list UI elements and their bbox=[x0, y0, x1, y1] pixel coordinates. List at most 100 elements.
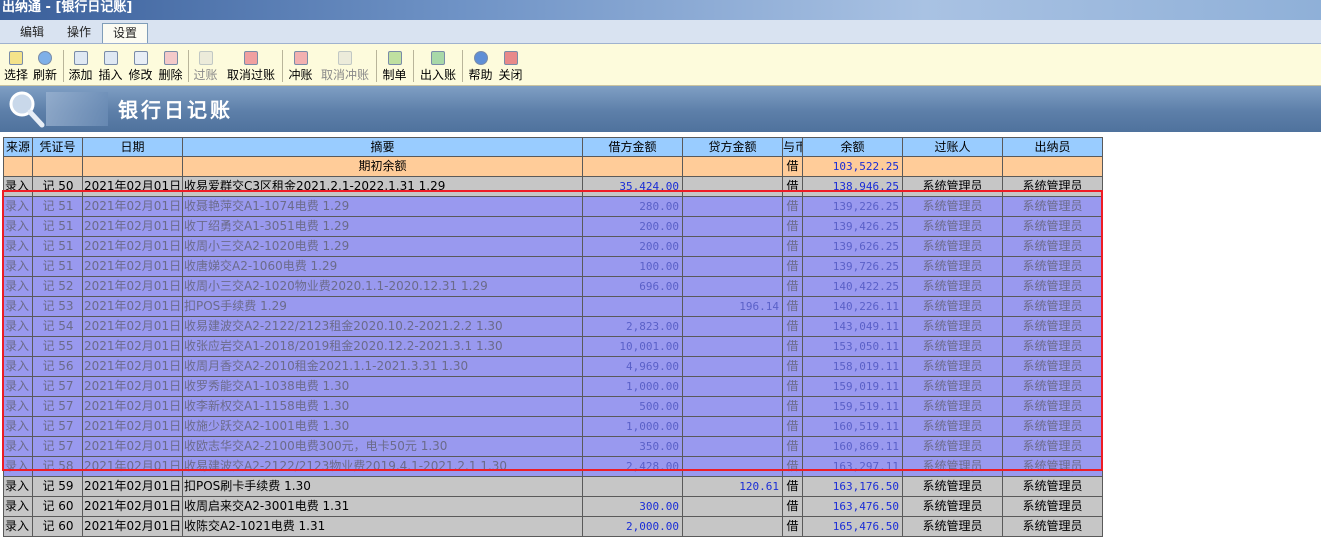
table-row[interactable]: 录入记 57 2021年02月01日 收施少跃交A2-1001电费 1.30 1,00… bbox=[3, 417, 1103, 437]
cell-credit bbox=[683, 197, 783, 217]
col-debit[interactable]: 借方金额 bbox=[583, 137, 683, 157]
table-row[interactable]: 录入记 60 2021年02月01日 收周启来交A2-3001电费 1.31 300.… bbox=[3, 497, 1103, 517]
insert-button[interactable]: 插入 bbox=[97, 49, 124, 85]
col-poster[interactable]: 过账人 bbox=[903, 137, 1003, 157]
help-button[interactable]: 帮助 bbox=[467, 49, 494, 85]
table-row[interactable]: 录入记 56 2021年02月01日 收周月香交A2-2010租金2021.1.1-… bbox=[3, 357, 1103, 377]
cell-summary: 收聂艳萍交A1-1074电费 1.29 bbox=[183, 197, 583, 217]
insert-row-icon bbox=[103, 51, 118, 65]
cell-cashier: 系统管理员 bbox=[1003, 517, 1103, 537]
select-button[interactable]: 选择 bbox=[3, 49, 29, 85]
make-voucher-button[interactable]: 制单 bbox=[381, 49, 408, 85]
offset-button[interactable]: 冲账 bbox=[287, 49, 314, 85]
delete-label: 删除 bbox=[158, 68, 183, 82]
cell-date: 2021年02月01日 bbox=[83, 237, 183, 257]
refresh-button[interactable]: 刷新 bbox=[31, 49, 59, 85]
unpost-label: 取消过账 bbox=[226, 68, 275, 82]
opening-balance-row[interactable]: 期初余额 借 103,522.25 bbox=[3, 157, 1103, 177]
cell-cashier: 系统管理员 bbox=[1003, 297, 1103, 317]
col-balance[interactable]: 余额 bbox=[803, 137, 903, 157]
table-row[interactable]: 录入记 55 2021年02月01日 收张应岩交A1-2018/2019租金2020… bbox=[3, 337, 1103, 357]
cell-date: 2021年02月01日 bbox=[83, 257, 183, 277]
delete-icon bbox=[163, 51, 178, 65]
cell-voucher: 记 53 bbox=[33, 297, 83, 317]
insert-label: 插入 bbox=[98, 68, 123, 82]
menu-tab-edit[interactable]: 编辑 bbox=[20, 23, 44, 43]
cell-cashier bbox=[1003, 157, 1103, 177]
table-row[interactable]: 录入记 60 2021年02月01日 收陈交A2-1021电费 1.31 2,000.… bbox=[3, 517, 1103, 537]
cell-cashier: 系统管理员 bbox=[1003, 317, 1103, 337]
cell-summary: 收施少跃交A2-1001电费 1.30 bbox=[183, 417, 583, 437]
cell-balance: 139,726.25 bbox=[803, 257, 903, 277]
table-row[interactable]: 录入记 57 2021年02月01日 收欧志华交A2-2100电费300元，电卡50… bbox=[3, 437, 1103, 457]
col-source[interactable]: 来源 bbox=[3, 137, 33, 157]
cell-poster: 系统管理员 bbox=[903, 217, 1003, 237]
table-row[interactable]: 录入记 51 2021年02月01日 收聂艳萍交A1-1074电费 1.29 280.… bbox=[3, 197, 1103, 217]
table-row[interactable]: 录入记 59 2021年02月01日 扣POS刷卡手续费 1.30 120.61 借 16… bbox=[3, 477, 1103, 497]
cell-source: 录入 bbox=[3, 257, 33, 277]
table-row[interactable]: 录入记 57 2021年02月01日 收李新权交A1-1158电费 1.30 500.… bbox=[3, 397, 1103, 417]
cell-cashier: 系统管理员 bbox=[1003, 357, 1103, 377]
cell-voucher: 记 51 bbox=[33, 217, 83, 237]
col-date[interactable]: 日期 bbox=[83, 137, 183, 157]
cell-direction: 借 bbox=[783, 337, 803, 357]
unpost-button[interactable]: 取消过账 bbox=[225, 49, 277, 85]
cell-source: 录入 bbox=[3, 497, 33, 517]
cell-debit: 350.00 bbox=[583, 437, 683, 457]
table-row[interactable]: 录入记 51 2021年02月01日 收丁绍勇交A1-3051电费 1.29 200.… bbox=[3, 217, 1103, 237]
post-label: 过账 bbox=[193, 68, 218, 82]
cell-balance: 160,519.11 bbox=[803, 417, 903, 437]
unoffset-button[interactable]: 取消冲账 bbox=[319, 49, 371, 85]
cell-debit: 10,001.00 bbox=[583, 337, 683, 357]
cell-credit bbox=[683, 377, 783, 397]
table-row[interactable]: 录入记 52 2021年02月01日 收周小三交A2-1020物业费2020.1.1… bbox=[3, 277, 1103, 297]
cell-direction: 借 bbox=[783, 437, 803, 457]
cell-source: 录入 bbox=[3, 457, 33, 477]
cell-debit: 200.00 bbox=[583, 217, 683, 237]
cell-voucher: 记 50 bbox=[33, 177, 83, 197]
unpost-icon bbox=[244, 51, 258, 65]
select-label: 选择 bbox=[3, 68, 28, 82]
cell-direction: 借 bbox=[783, 257, 803, 277]
table-row[interactable]: 录入记 58 2021年02月01日 收易建波交A2-2122/2123物业费201… bbox=[3, 457, 1103, 477]
cell-credit bbox=[683, 237, 783, 257]
cell-date: 2021年02月01日 bbox=[83, 517, 183, 537]
cell-summary: 收周启来交A2-3001电费 1.31 bbox=[183, 497, 583, 517]
table-row[interactable]: 录入记 53 2021年02月01日 扣POS手续费 1.29 196.14 借 140,… bbox=[3, 297, 1103, 317]
cell-date: 2021年02月01日 bbox=[83, 337, 183, 357]
menu-tab-settings[interactable]: 设置 bbox=[102, 23, 149, 43]
cell-source: 录入 bbox=[3, 277, 33, 297]
table-row[interactable]: 录入记 51 2021年02月01日 收唐娣交A2-1060电费 1.29 100.0… bbox=[3, 257, 1103, 277]
delete-button[interactable]: 删除 bbox=[157, 49, 184, 85]
cell-cashier: 系统管理员 bbox=[1003, 277, 1103, 297]
select-icon bbox=[9, 51, 23, 65]
cell-balance: 163,476.50 bbox=[803, 497, 903, 517]
cell-voucher: 记 52 bbox=[33, 277, 83, 297]
cell-cashier: 系统管理员 bbox=[1003, 217, 1103, 237]
add-button[interactable]: 添加 bbox=[67, 49, 94, 85]
toolbar-separator bbox=[413, 50, 414, 82]
post-button[interactable]: 过账 bbox=[192, 49, 219, 85]
table-row[interactable]: 录入记 50 2021年02月01日 收易爱群交C3区租金2021.2.1-2022… bbox=[3, 177, 1103, 197]
modify-button[interactable]: 修改 bbox=[127, 49, 154, 85]
col-cashier[interactable]: 出纳员 bbox=[1003, 137, 1103, 157]
cell-direction: 借 bbox=[783, 477, 803, 497]
cell-debit: 2,823.00 bbox=[583, 317, 683, 337]
cell-balance: 153,050.11 bbox=[803, 337, 903, 357]
cell-debit: 1,000.00 bbox=[583, 417, 683, 437]
cell-summary: 收周月香交A2-2010租金2021.1.1-2021.3.31 1.30 bbox=[183, 357, 583, 377]
col-summary[interactable]: 摘要 bbox=[183, 137, 583, 157]
table-row[interactable]: 录入记 57 2021年02月01日 收罗秀能交A1-1038电费 1.30 1,00… bbox=[3, 377, 1103, 397]
help-icon bbox=[473, 51, 488, 65]
inout-button[interactable]: 出入账 bbox=[418, 49, 458, 85]
menu-tab-operate[interactable]: 操作 bbox=[67, 23, 91, 43]
cell-direction: 借 bbox=[783, 237, 803, 257]
cell-debit bbox=[583, 477, 683, 497]
cell-balance: 163,297.11 bbox=[803, 457, 903, 477]
close-button[interactable]: 关闭 bbox=[497, 49, 524, 85]
col-direction[interactable]: 与币 bbox=[783, 137, 803, 157]
col-voucher[interactable]: 凭证号 bbox=[33, 137, 83, 157]
table-row[interactable]: 录入记 51 2021年02月01日 收周小三交A2-1020电费 1.29 200.… bbox=[3, 237, 1103, 257]
col-credit[interactable]: 贷方金额 bbox=[683, 137, 783, 157]
table-row[interactable]: 录入记 54 2021年02月01日 收易建波交A2-2122/2123租金2020… bbox=[3, 317, 1103, 337]
